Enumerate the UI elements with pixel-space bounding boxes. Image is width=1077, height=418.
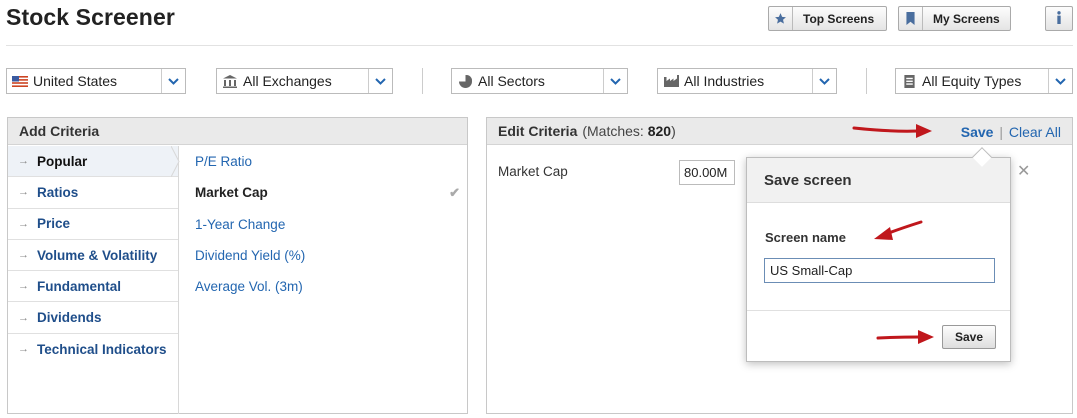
- country-dropdown[interactable]: United States: [6, 68, 186, 94]
- my-screens-label: My Screens: [933, 11, 1000, 26]
- us-flag-icon: [7, 75, 33, 87]
- bookmark-icon: [899, 7, 923, 30]
- my-screens-button[interactable]: My Screens: [898, 6, 1011, 31]
- active-category-pointer: [171, 146, 180, 177]
- save-link[interactable]: Save: [961, 124, 994, 140]
- category-technical-indicators[interactable]: → Technical Indicators: [8, 333, 178, 366]
- info-icon: [1056, 10, 1062, 27]
- chevron-down-icon[interactable]: [603, 69, 627, 93]
- clear-all-link[interactable]: Clear All: [1009, 124, 1061, 140]
- category-popular[interactable]: → Popular: [8, 146, 178, 178]
- sector-value: All Sectors: [478, 73, 545, 89]
- dialog-footer-divider: [747, 310, 1010, 311]
- country-value: United States: [33, 73, 118, 89]
- chevron-down-icon[interactable]: [812, 69, 836, 93]
- edit-actions: Save | Clear All: [961, 124, 1061, 140]
- sector-dropdown[interactable]: All Sectors: [451, 68, 628, 94]
- bank-icon: [217, 74, 243, 88]
- add-criteria-title: Add Criteria: [8, 118, 467, 145]
- chevron-down-icon[interactable]: [161, 69, 185, 93]
- factory-icon: [658, 75, 684, 87]
- category-dividends[interactable]: → Dividends: [8, 302, 178, 334]
- save-dialog-title: Save screen: [747, 158, 1010, 203]
- category-ratios[interactable]: → Ratios: [8, 177, 178, 209]
- industry-dropdown[interactable]: All Industries: [657, 68, 837, 94]
- document-icon: [896, 74, 922, 88]
- pie-chart-icon: [452, 74, 478, 88]
- info-button[interactable]: [1045, 6, 1073, 31]
- arrow-right-icon: →: [18, 155, 29, 168]
- arrow-right-icon: →: [18, 217, 29, 230]
- page-title: Stock Screener: [6, 4, 175, 30]
- category-fundamental[interactable]: → Fundamental: [8, 271, 178, 303]
- link-separator: |: [999, 124, 1003, 140]
- add-criteria-panel: Add Criteria → Popular → Ratios → Price → Vo…: [7, 117, 468, 414]
- top-screens-button[interactable]: Top Screens: [768, 6, 887, 31]
- close-icon[interactable]: ✕: [1017, 161, 1030, 181]
- screen-name-label: Screen name: [765, 230, 846, 245]
- dialog-save-button[interactable]: Save: [942, 325, 996, 349]
- filter-separator: [422, 68, 423, 94]
- equity-type-dropdown[interactable]: All Equity Types: [895, 68, 1073, 94]
- criterion-pe-ratio[interactable]: P/E Ratio: [195, 146, 460, 177]
- chevron-down-icon[interactable]: [1048, 69, 1072, 93]
- category-list: → Popular → Ratios → Price → Volume & Volati…: [8, 146, 178, 366]
- edit-criteria-title: Edit Criteria: [498, 123, 578, 139]
- filter-separator: [866, 68, 867, 94]
- criterion-market-cap[interactable]: Market Cap ✔: [195, 177, 460, 208]
- top-screens-label: Top Screens: [803, 11, 875, 26]
- screen-name-input[interactable]: [764, 258, 995, 283]
- arrow-right-icon: →: [18, 280, 29, 293]
- arrow-right-icon: →: [18, 343, 29, 356]
- matches-count: (Matches: 820): [582, 123, 676, 139]
- equity-type-value: All Equity Types: [922, 73, 1022, 89]
- chevron-down-icon[interactable]: [368, 69, 392, 93]
- exchange-dropdown[interactable]: All Exchanges: [216, 68, 393, 94]
- header-divider: [6, 45, 1073, 46]
- arrow-right-icon: →: [18, 186, 29, 199]
- criterion-row-label: Market Cap: [498, 164, 568, 179]
- criterion-1-year-change[interactable]: 1-Year Change: [195, 209, 460, 240]
- industry-value: All Industries: [684, 73, 765, 89]
- criteria-list: P/E Ratio Market Cap ✔ 1-Year Change Divi…: [195, 146, 460, 302]
- exchange-value: All Exchanges: [243, 73, 332, 89]
- criterion-dividend-yield[interactable]: Dividend Yield (%): [195, 240, 460, 271]
- criterion-average-volume[interactable]: Average Vol. (3m): [195, 271, 460, 302]
- market-cap-input[interactable]: [679, 160, 735, 185]
- category-price[interactable]: → Price: [8, 208, 178, 240]
- category-divider: [178, 146, 179, 414]
- save-screen-dialog: Save screen Screen name Save: [746, 157, 1011, 362]
- star-icon: [769, 7, 793, 30]
- checkmark-icon: ✔: [449, 184, 460, 200]
- category-volume-volatility[interactable]: → Volume & Volatility: [8, 239, 178, 272]
- arrow-right-icon: →: [18, 311, 29, 324]
- arrow-right-icon: →: [18, 249, 29, 262]
